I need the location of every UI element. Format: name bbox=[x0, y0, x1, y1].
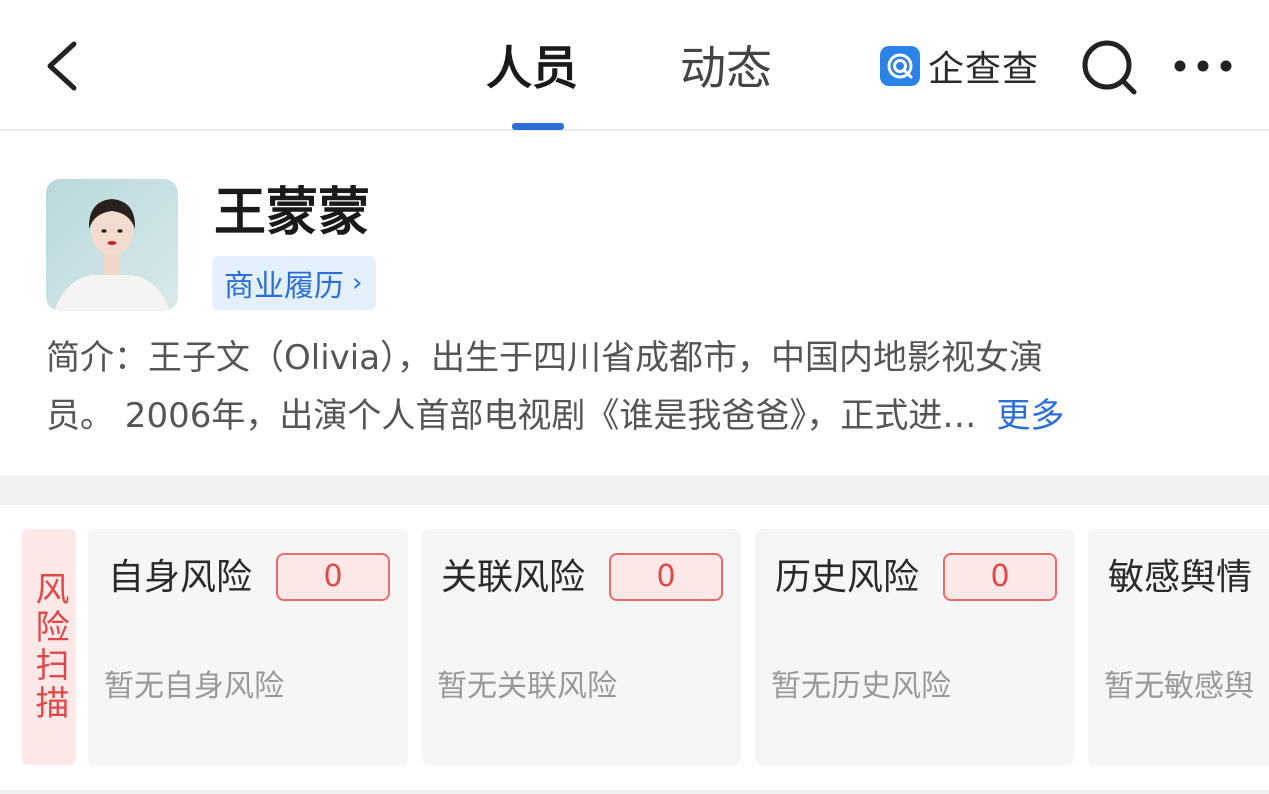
risk-card-history[interactable]: 历史风险 0 暂无历史风险 bbox=[755, 529, 1075, 765]
active-tab-indicator bbox=[512, 123, 564, 130]
bio-text: 简介：王子文（Olivia），出生于四川省成都市，中国内地影视女演 员。 200… bbox=[46, 329, 1246, 445]
person-name: 王蒙蒙 bbox=[214, 183, 371, 243]
risk-card-title: 历史风险 bbox=[775, 557, 920, 598]
bio-line-2: 员。 2006年，出演个人首部电视剧《谁是我爸爸》，正式进… 更多 bbox=[46, 387, 1246, 445]
profile-section: 王蒙蒙 商业履历 › 简介：王子文（Olivia），出生于四川省成都市，中国内地… bbox=[0, 131, 1269, 475]
bottom-divider bbox=[0, 790, 1269, 794]
risk-empty-text: 暂无历史风险 bbox=[771, 669, 951, 704]
tab-news[interactable]: 动态 bbox=[680, 38, 772, 98]
risk-count-badge: 0 bbox=[609, 553, 723, 601]
risk-count-badge: 0 bbox=[943, 553, 1057, 601]
business-history-label: 商业履历 bbox=[224, 269, 344, 304]
tab-people[interactable]: 人员 bbox=[486, 38, 578, 98]
risk-empty-text: 暂无敏感舆 bbox=[1104, 669, 1254, 704]
section-divider bbox=[0, 475, 1269, 505]
brand-mark-icon bbox=[880, 46, 920, 86]
bio-line-1: 简介：王子文（Olivia），出生于四川省成都市，中国内地影视女演 bbox=[46, 338, 1044, 378]
risk-card-self[interactable]: 自身风险 0 暂无自身风险 bbox=[88, 529, 408, 765]
more-options-icon[interactable] bbox=[1170, 48, 1236, 84]
back-icon[interactable] bbox=[38, 38, 88, 94]
risk-scan-label-text: 风险扫描 bbox=[29, 571, 69, 723]
bio-line-2-text: 员。 2006年，出演个人首部电视剧《谁是我爸爸》，正式进… bbox=[46, 396, 977, 436]
chevron-right-icon: › bbox=[352, 268, 363, 298]
search-icon[interactable] bbox=[1080, 38, 1140, 98]
risk-card-title: 关联风险 bbox=[441, 557, 586, 598]
brand-name: 企查查 bbox=[928, 49, 1040, 90]
risk-empty-text: 暂无关联风险 bbox=[437, 669, 617, 704]
risk-scan-label: 风险扫描 bbox=[22, 529, 76, 765]
risk-scan-section: 风险扫描 自身风险 0 暂无自身风险 关联风险 0 暂无关联风险 历史风险 0 … bbox=[0, 505, 1269, 794]
risk-card-title: 自身风险 bbox=[108, 557, 253, 598]
risk-card-title: 敏感舆情 bbox=[1108, 557, 1253, 598]
risk-empty-text: 暂无自身风险 bbox=[104, 669, 284, 704]
brand-logo: 企查查 bbox=[880, 44, 1039, 90]
more-link[interactable]: 更多 bbox=[996, 396, 1064, 436]
risk-card-related[interactable]: 关联风险 0 暂无关联风险 bbox=[421, 529, 741, 765]
risk-card-sentiment[interactable]: 敏感舆情 暂无敏感舆 bbox=[1088, 529, 1269, 765]
avatar[interactable] bbox=[46, 179, 178, 311]
business-history-button[interactable]: 商业履历 › bbox=[212, 256, 377, 310]
risk-count-badge: 0 bbox=[276, 553, 390, 601]
top-nav-bar: 人员 动态 企查查 bbox=[0, 0, 1269, 131]
